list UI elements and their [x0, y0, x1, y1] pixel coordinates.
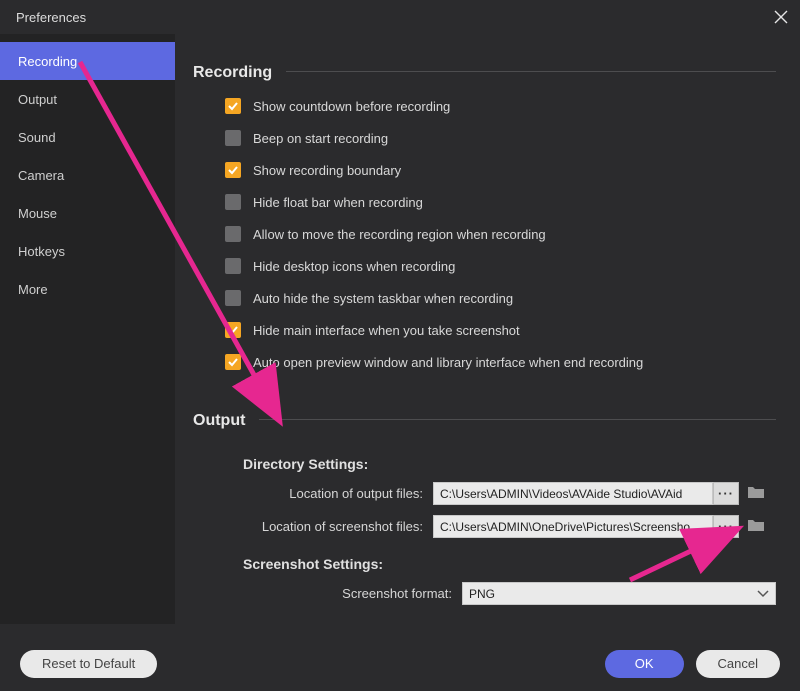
sidebar: Recording Output Sound Camera Mouse Hotk… — [0, 34, 175, 624]
check-label: Show countdown before recording — [253, 99, 450, 114]
close-icon[interactable] — [772, 8, 790, 26]
window-title: Preferences — [16, 10, 86, 25]
browse-output-button[interactable]: ··· — [713, 482, 739, 505]
ok-button[interactable]: OK — [605, 650, 684, 678]
check-row[interactable]: Hide desktop icons when recording — [225, 250, 776, 282]
checkbox-icon[interactable] — [225, 258, 241, 274]
output-location-input[interactable]: C:\Users\ADMIN\Videos\AVAide Studio\AVAi… — [433, 482, 713, 505]
screenshot-format-select[interactable]: PNG — [462, 582, 776, 605]
footer: Reset to Default OK Cancel — [0, 636, 800, 691]
sidebar-item-recording[interactable]: Recording — [0, 42, 175, 80]
cancel-button[interactable]: Cancel — [696, 650, 780, 678]
checkbox-icon[interactable] — [225, 162, 241, 178]
check-row[interactable]: Auto open preview window and library int… — [225, 346, 776, 378]
sidebar-item-sound[interactable]: Sound — [0, 118, 175, 156]
checkbox-icon[interactable] — [225, 194, 241, 210]
sidebar-item-output[interactable]: Output — [0, 80, 175, 118]
check-row[interactable]: Hide main interface when you take screen… — [225, 314, 776, 346]
check-label: Auto hide the system taskbar when record… — [253, 291, 513, 306]
checkbox-icon[interactable] — [225, 226, 241, 242]
check-row[interactable]: Show recording boundary — [225, 154, 776, 186]
sidebar-item-label: Sound — [18, 130, 56, 145]
checkbox-icon[interactable] — [225, 130, 241, 146]
screenshot-location-row: Location of screenshot files: C:\Users\A… — [193, 515, 776, 538]
browse-screenshot-button[interactable]: ··· — [713, 515, 739, 538]
check-label: Hide main interface when you take screen… — [253, 323, 520, 338]
divider — [286, 71, 776, 72]
directory-settings-heading: Directory Settings: — [243, 456, 776, 472]
sidebar-item-label: Recording — [18, 54, 77, 69]
checkbox-icon[interactable] — [225, 98, 241, 114]
check-row[interactable]: Auto hide the system taskbar when record… — [225, 282, 776, 314]
chevron-down-icon — [757, 587, 769, 601]
sidebar-item-label: Camera — [18, 168, 64, 183]
screenshot-format-row: Screenshot format: PNG — [193, 582, 776, 605]
main-panel: Recording Show countdown before recordin… — [175, 34, 800, 624]
sidebar-item-camera[interactable]: Camera — [0, 156, 175, 194]
check-row[interactable]: Allow to move the recording region when … — [225, 218, 776, 250]
check-label: Allow to move the recording region when … — [253, 227, 546, 242]
select-value: PNG — [469, 587, 495, 601]
check-row[interactable]: Show countdown before recording — [225, 90, 776, 122]
sidebar-item-label: Hotkeys — [18, 244, 65, 259]
output-section-title: Output — [193, 412, 245, 430]
sidebar-item-label: Output — [18, 92, 57, 107]
check-label: Hide desktop icons when recording — [253, 259, 455, 274]
checkbox-icon[interactable] — [225, 322, 241, 338]
recording-section-title: Recording — [193, 64, 272, 82]
screenshot-format-label: Screenshot format: — [193, 586, 462, 601]
sidebar-item-more[interactable]: More — [0, 270, 175, 308]
screenshot-settings-heading: Screenshot Settings: — [243, 556, 776, 572]
folder-icon[interactable] — [747, 484, 767, 504]
sidebar-item-mouse[interactable]: Mouse — [0, 194, 175, 232]
check-label: Beep on start recording — [253, 131, 388, 146]
output-location-row: Location of output files: C:\Users\ADMIN… — [193, 482, 776, 505]
titlebar: Preferences — [0, 0, 800, 34]
folder-icon[interactable] — [747, 517, 767, 537]
screenshot-location-label: Location of screenshot files: — [193, 519, 433, 534]
recording-checklist: Show countdown before recording Beep on … — [193, 90, 776, 378]
screenshot-location-input[interactable]: C:\Users\ADMIN\OneDrive\Pictures\Screens… — [433, 515, 713, 538]
check-label: Show recording boundary — [253, 163, 401, 178]
check-label: Auto open preview window and library int… — [253, 355, 643, 370]
checkbox-icon[interactable] — [225, 354, 241, 370]
sidebar-item-label: Mouse — [18, 206, 57, 221]
check-row[interactable]: Hide float bar when recording — [225, 186, 776, 218]
divider — [259, 419, 776, 420]
sidebar-item-label: More — [18, 282, 48, 297]
output-location-label: Location of output files: — [193, 486, 433, 501]
checkbox-icon[interactable] — [225, 290, 241, 306]
body: Recording Output Sound Camera Mouse Hotk… — [0, 34, 800, 624]
check-label: Hide float bar when recording — [253, 195, 423, 210]
sidebar-item-hotkeys[interactable]: Hotkeys — [0, 232, 175, 270]
check-row[interactable]: Beep on start recording — [225, 122, 776, 154]
reset-button[interactable]: Reset to Default — [20, 650, 157, 678]
